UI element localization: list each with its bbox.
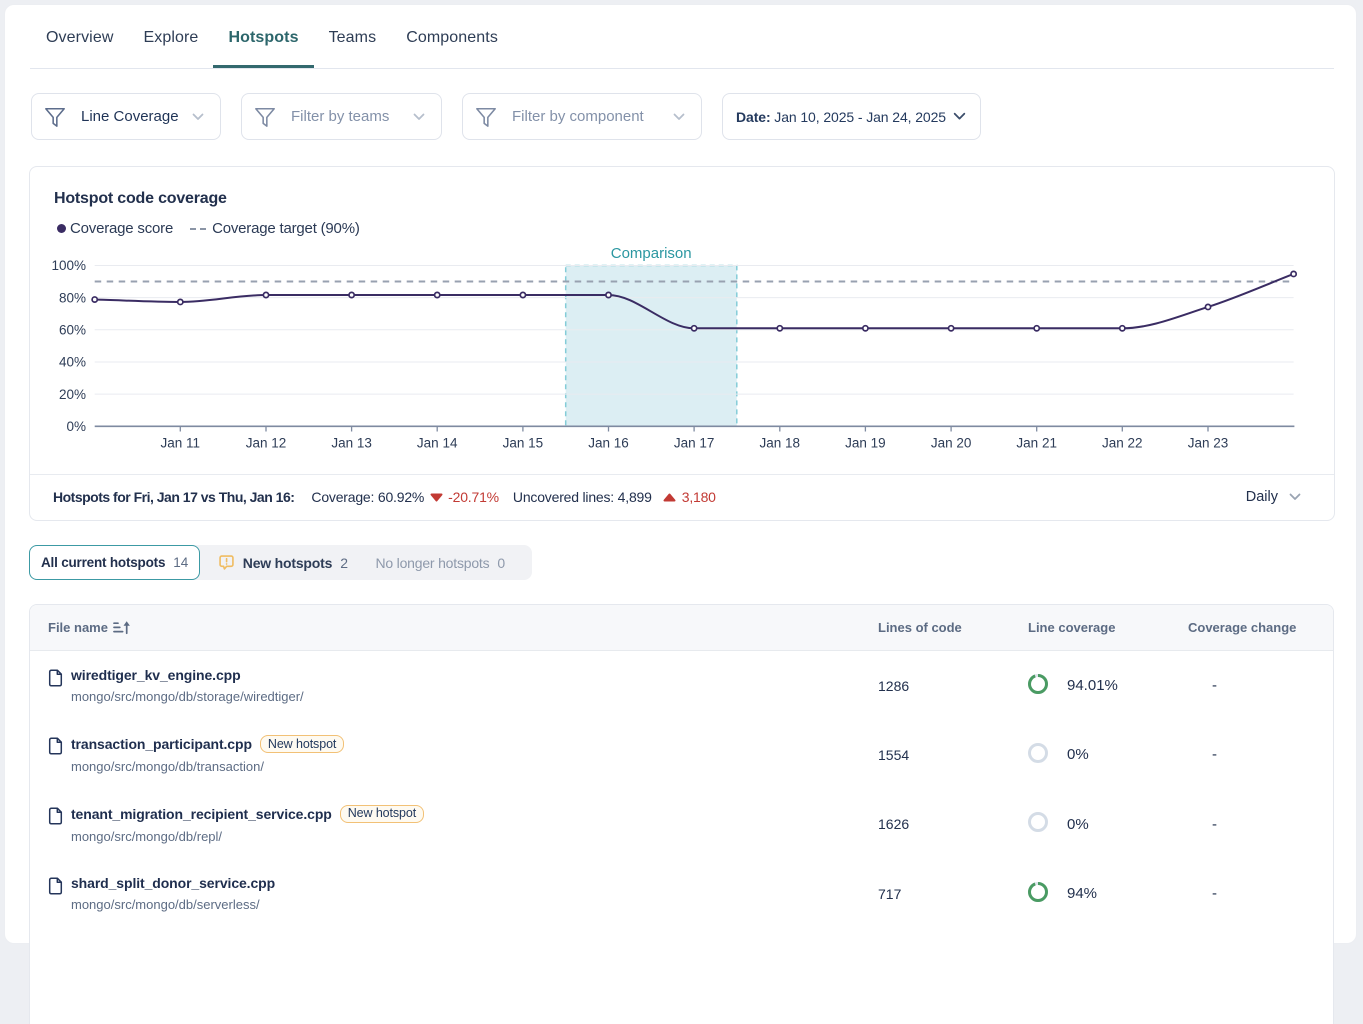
svg-text:Comparison: Comparison	[611, 245, 692, 262]
svg-text:Jan 23: Jan 23	[1188, 435, 1229, 450]
svg-text:Jan 22: Jan 22	[1102, 435, 1143, 450]
svg-text:100%: 100%	[51, 258, 86, 273]
svg-text:Jan 12: Jan 12	[246, 435, 287, 450]
svg-text:Jan 15: Jan 15	[503, 435, 544, 450]
svg-text:20%: 20%	[59, 386, 86, 401]
svg-text:80%: 80%	[59, 290, 86, 305]
svg-text:Jan 18: Jan 18	[760, 435, 801, 450]
svg-text:0%: 0%	[66, 419, 86, 434]
svg-text:Jan 17: Jan 17	[674, 435, 715, 450]
svg-text:Jan 19: Jan 19	[845, 435, 886, 450]
svg-text:60%: 60%	[59, 322, 86, 337]
svg-text:40%: 40%	[59, 354, 86, 369]
svg-text:Jan 13: Jan 13	[331, 435, 372, 450]
svg-text:Jan 20: Jan 20	[931, 435, 972, 450]
svg-text:Jan 21: Jan 21	[1016, 435, 1057, 450]
svg-text:Jan 16: Jan 16	[588, 435, 629, 450]
svg-text:Jan 14: Jan 14	[417, 435, 458, 450]
svg-text:Jan 11: Jan 11	[161, 435, 201, 450]
